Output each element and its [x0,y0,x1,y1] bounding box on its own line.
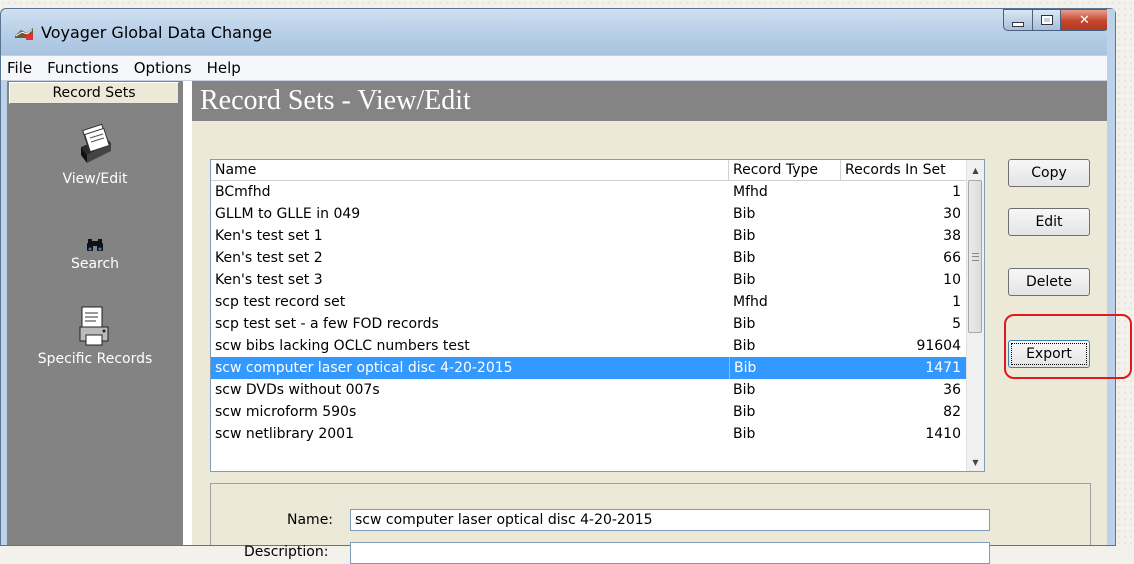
row-record-type: Mfhd [733,294,768,310]
document-printer-icon [79,306,109,346]
window-frame-edge [1107,9,1115,545]
row-name: scp test record set [215,294,346,310]
record-set-details: Name: scw computer laser optical disc 4-… [210,483,1091,564]
grip-icon [972,253,979,261]
row-record-type: Bib [733,382,756,398]
menu-functions[interactable]: Functions [41,59,128,77]
menu-options[interactable]: Options [128,59,201,77]
column-header-name[interactable]: Name [211,160,729,181]
annotation-highlight [1004,314,1132,379]
table-row[interactable]: GLLM to GLLE in 049 Bib 30 [211,203,967,225]
row-count: 82 [943,404,961,420]
delete-button[interactable]: Delete [1008,268,1090,296]
row-name: scw DVDs without 007s [215,382,380,398]
sidebar-header[interactable]: Record Sets [9,82,179,104]
row-record-type: Bib [729,357,841,379]
edit-button[interactable]: Edit [1008,208,1090,236]
scroll-up-icon[interactable]: ▲ [967,162,984,179]
close-button[interactable]: ✕ [1061,9,1109,31]
name-label: Name: [287,512,334,528]
page-title: Record Sets - View/Edit [192,81,1109,121]
minimize-button[interactable] [1003,9,1033,31]
table-row[interactable]: BCmfhd Mfhd 1 [211,181,967,203]
record-sets-table[interactable]: Name Record Type Records In Set BCmfhd Mf… [210,159,985,472]
menu-help[interactable]: Help [201,59,250,77]
scroll-down-icon[interactable]: ▼ [967,454,984,471]
title-bar[interactable]: Voyager Global Data Change ✕ [1,9,1115,55]
row-count: 1 [952,184,961,200]
description-label: Description: [244,544,329,560]
table-row[interactable]: scw microform 590s Bib 82 [211,401,967,423]
column-header-record-type[interactable]: Record Type [729,160,841,181]
name-field[interactable]: scw computer laser optical disc 4-20-201… [350,509,990,531]
row-name: GLLM to GLLE in 049 [215,206,361,222]
menu-file[interactable]: File [1,59,41,77]
row-record-type: Bib [733,338,756,354]
maximize-icon [1040,15,1053,25]
sidebar-item-search[interactable]: Search [7,238,183,272]
row-count: 30 [943,206,961,222]
row-count: 5 [952,316,961,332]
table-row[interactable]: scw netlibrary 2001 Bib 1410 [211,423,967,445]
table-header: Name Record Type Records In Set [211,160,967,181]
row-record-type: Bib [733,316,756,332]
table-row[interactable]: Ken's test set 3 Bib 10 [211,269,967,291]
row-count: 66 [943,250,961,266]
table-row[interactable]: Ken's test set 2 Bib 66 [211,247,967,269]
row-name: scw microform 590s [215,404,357,420]
table-row[interactable]: Ken's test set 1 Bib 38 [211,225,967,247]
main-panel: Record Sets - View/Edit Name Record Type… [192,81,1109,564]
sidebar-item-label: View/Edit [62,171,128,187]
row-record-type: Bib [733,206,756,222]
window-title: Voyager Global Data Change [41,23,273,42]
sidebar-item-label: Specific Records [37,351,153,367]
row-name: Ken's test set 3 [215,272,323,288]
row-count: 36 [943,382,961,398]
table-row[interactable]: scw bibs lacking OCLC numbers test Bib 916… [211,335,967,357]
copy-button[interactable]: Copy [1008,159,1090,187]
table-row[interactable]: scp test set - a few FOD records Bib 5 [211,313,967,335]
row-name: scw netlibrary 2001 [215,426,354,442]
row-name: scw computer laser optical disc 4-20-201… [215,360,513,376]
maximize-button[interactable] [1033,9,1061,31]
sidebar-item-view-edit[interactable]: View/Edit [7,123,183,187]
row-name: Ken's test set 1 [215,228,323,244]
row-record-type: Bib [733,272,756,288]
row-count: 38 [943,228,961,244]
table-row[interactable]: scw DVDs without 007s Bib 36 [211,379,967,401]
vertical-scrollbar[interactable]: ▲ ▼ [966,160,984,471]
sidebar: Record Sets View/Edit Search Specific Re… [7,81,183,545]
row-record-type: Bib [733,228,756,244]
row-count: 91604 [916,338,961,354]
voyager-app-icon [15,28,33,40]
minimize-icon [1012,21,1024,27]
row-name: scp test set - a few FOD records [215,316,439,332]
sidebar-item-label: Search [70,256,120,272]
row-count: 1471 [841,357,967,379]
app-window: Voyager Global Data Change ✕ File Functi… [0,8,1116,564]
close-icon: ✕ [1079,12,1090,28]
row-count: 1 [952,294,961,310]
card-file-icon [81,123,111,163]
window-controls: ✕ [1003,9,1109,31]
description-field[interactable] [350,542,990,564]
scrollbar-thumb[interactable] [968,180,982,333]
row-name: Ken's test set 2 [215,250,323,266]
table-row[interactable]: scp test record set Mfhd 1 [211,291,967,313]
menu-bar: File Functions Options Help [1,56,1115,81]
table-row-selected[interactable]: scw computer laser optical disc 4-20-201… [211,357,967,379]
row-record-type: Bib [733,426,756,442]
column-header-records-in-set[interactable]: Records In Set [841,160,967,181]
binoculars-icon [87,239,103,251]
sidebar-item-specific-records[interactable]: Specific Records [7,305,183,367]
row-count: 10 [943,272,961,288]
table-body: BCmfhd Mfhd 1 GLLM to GLLE in 049 Bib 30 Ken… [211,181,967,445]
row-record-type: Bib [733,250,756,266]
row-record-type: Mfhd [733,184,768,200]
row-record-type: Bib [733,404,756,420]
row-name: BCmfhd [215,184,271,200]
row-count: 1410 [925,426,961,442]
row-name: scw bibs lacking OCLC numbers test [215,338,470,354]
client-area: Record Sets View/Edit Search Specific Re… [7,81,1109,564]
